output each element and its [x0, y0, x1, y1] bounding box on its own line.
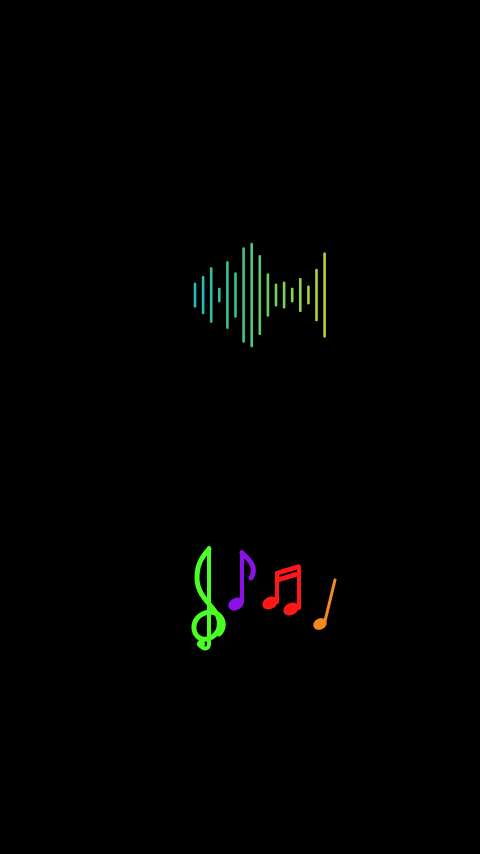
waveform-bars [193, 242, 326, 348]
audio-waveform-icon [188, 236, 333, 354]
treble-clef-icon [191, 546, 226, 651]
waveform-graphic [193, 242, 326, 348]
quarter-note-icon [313, 578, 337, 630]
music-notes-graphic [191, 546, 337, 651]
black-background [0, 0, 480, 854]
music-notes-group [184, 540, 348, 652]
eighth-note-icon [228, 550, 256, 611]
beamed-sixteenth-notes-icon [262, 564, 301, 616]
